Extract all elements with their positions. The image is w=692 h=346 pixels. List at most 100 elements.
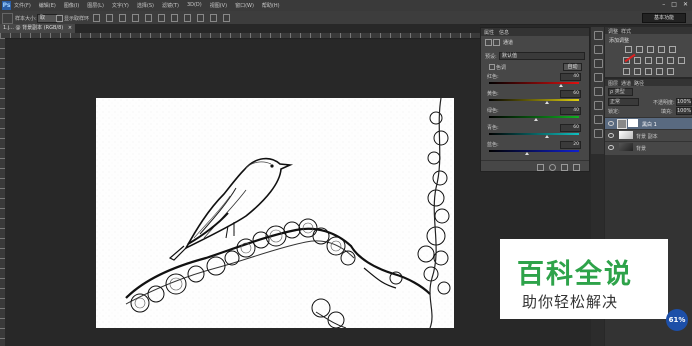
distribute-left-icon[interactable] [171,14,178,22]
history-icon[interactable] [594,31,603,40]
tab-styles[interactable]: 样式 [621,28,631,35]
opacity-label: 不透明度: [653,100,675,106]
layer-thumbnail[interactable] [619,143,633,151]
threshold-icon[interactable] [645,68,652,75]
slider-value[interactable]: 40 [560,107,581,115]
show-ring-checkbox[interactable] [56,15,63,22]
tab-adjustments[interactable]: 调整 [608,28,618,35]
adjustment-icons-row-1 [625,46,676,53]
opacity-input[interactable]: 100% [676,98,692,106]
slider-value[interactable]: 60 [560,90,581,98]
tab-info[interactable]: 信息 [499,29,509,36]
distribute-middle-icon[interactable] [223,14,230,22]
menu-3d[interactable]: 3D(D) [187,2,202,9]
workspace-select[interactable]: 基本功能 [642,13,686,23]
image-canvas[interactable] [96,98,454,328]
eye-icon[interactable] [608,133,614,138]
slider-thumb[interactable] [525,152,529,155]
align-bottom-icon[interactable] [158,14,165,22]
invert-icon[interactable] [623,68,630,75]
minimize-button[interactable]: – [662,1,665,8]
layer-row[interactable]: 背景 副本 [605,129,692,141]
layer-name[interactable]: 背景 [636,145,646,152]
menu-image[interactable]: 图像(I) [64,2,79,9]
blend-mode-select[interactable]: 正常 [608,98,639,106]
slider-label: 青色: [487,125,499,131]
menu-file[interactable]: 文件(F) [14,2,31,9]
align-right-icon[interactable] [119,14,126,22]
align-center-icon[interactable] [106,14,113,22]
maximize-button[interactable]: □ [671,1,677,8]
layer-name[interactable]: 黑白 1 [642,121,657,128]
align-middle-icon[interactable] [145,14,152,22]
document-tab[interactable]: 1.j... @ 背景副本 (RGB/8) × [0,24,76,33]
tab-channels[interactable]: 通道 [621,80,631,87]
slider-value[interactable]: 20 [560,141,581,149]
menu-layer[interactable]: 图层(L) [87,2,104,9]
app-logo: Ps [2,1,11,10]
brush-icon[interactable] [594,59,603,68]
fill-input[interactable]: 100% [676,107,692,115]
layer-comps-icon[interactable] [594,129,603,138]
slider-thumb[interactable] [534,118,538,121]
properties-icon[interactable] [594,45,603,54]
selective-color-icon[interactable] [667,68,674,75]
layer-thumbnail[interactable] [619,131,633,139]
layer-filter-select[interactable]: ρ 类型 [608,88,633,96]
align-left-icon[interactable] [93,14,100,22]
menu-edit[interactable]: 编辑(E) [39,2,56,9]
slider-thumb[interactable] [545,101,549,104]
menu-filter[interactable]: 滤镜(T) [162,2,179,9]
channel-mixer-icon[interactable] [667,57,674,64]
black-white-icon[interactable] [645,57,652,64]
tab-close-icon[interactable]: × [68,25,72,31]
brightness-icon[interactable] [625,46,632,53]
distribute-top-icon[interactable] [210,14,217,22]
sample-size-select[interactable]: 取 [37,14,57,23]
distribute-center-icon[interactable] [184,14,191,22]
menu-type[interactable]: 文字(Y) [112,2,129,9]
close-button[interactable]: ✕ [683,1,688,8]
exposure-icon[interactable] [658,46,665,53]
clone-icon[interactable] [594,73,603,82]
reset-icon[interactable] [561,164,568,171]
slider-thumb[interactable] [545,135,549,138]
layer-row[interactable]: 背景 [605,141,692,153]
paragraph-icon[interactable] [594,101,603,110]
tab-paths[interactable]: 路径 [634,80,644,87]
eye-icon[interactable] [608,121,614,126]
align-top-icon[interactable] [132,14,139,22]
tab-layers[interactable]: 图层 [608,80,618,87]
character-icon[interactable] [594,87,603,96]
layer-row[interactable]: 黑白 1 [605,117,692,129]
curves-icon[interactable] [647,46,654,53]
info-icon[interactable] [594,115,603,124]
layer-name[interactable]: 背景 副本 [636,133,658,140]
menu-window[interactable]: 窗口(W) [235,2,254,9]
slider-thumb[interactable] [559,84,563,87]
slider-value[interactable]: 60 [560,124,581,132]
layer-mask-thumbnail[interactable] [628,119,638,127]
view-icon[interactable] [549,164,556,171]
photo-filter-icon[interactable] [656,57,663,64]
eyedropper-tool-icon[interactable] [2,13,13,24]
gradient-map-icon[interactable] [656,68,663,75]
menu-help[interactable]: 帮助(H) [262,2,280,9]
menu-view[interactable]: 视图(V) [210,2,227,9]
trash-icon[interactable] [573,164,580,171]
eye-icon[interactable] [608,145,614,150]
vibrance-icon[interactable] [669,46,676,53]
distribute-right-icon[interactable] [197,14,204,22]
slider-value[interactable]: 40 [560,73,581,81]
levels-icon[interactable] [636,46,643,53]
auto-button[interactable]: 自动 [563,63,582,71]
tab-properties[interactable]: 属性 [484,29,494,36]
tint-checkbox[interactable] [489,64,495,70]
color-balance-icon[interactable] [634,57,641,64]
clip-icon[interactable] [537,164,544,171]
preset-select[interactable]: 默认值 [499,52,585,60]
menu-select[interactable]: 选择(S) [137,2,154,9]
tint-label: 色调 [496,65,507,71]
posterize-icon[interactable] [634,68,641,75]
color-lookup-icon[interactable] [678,57,685,64]
